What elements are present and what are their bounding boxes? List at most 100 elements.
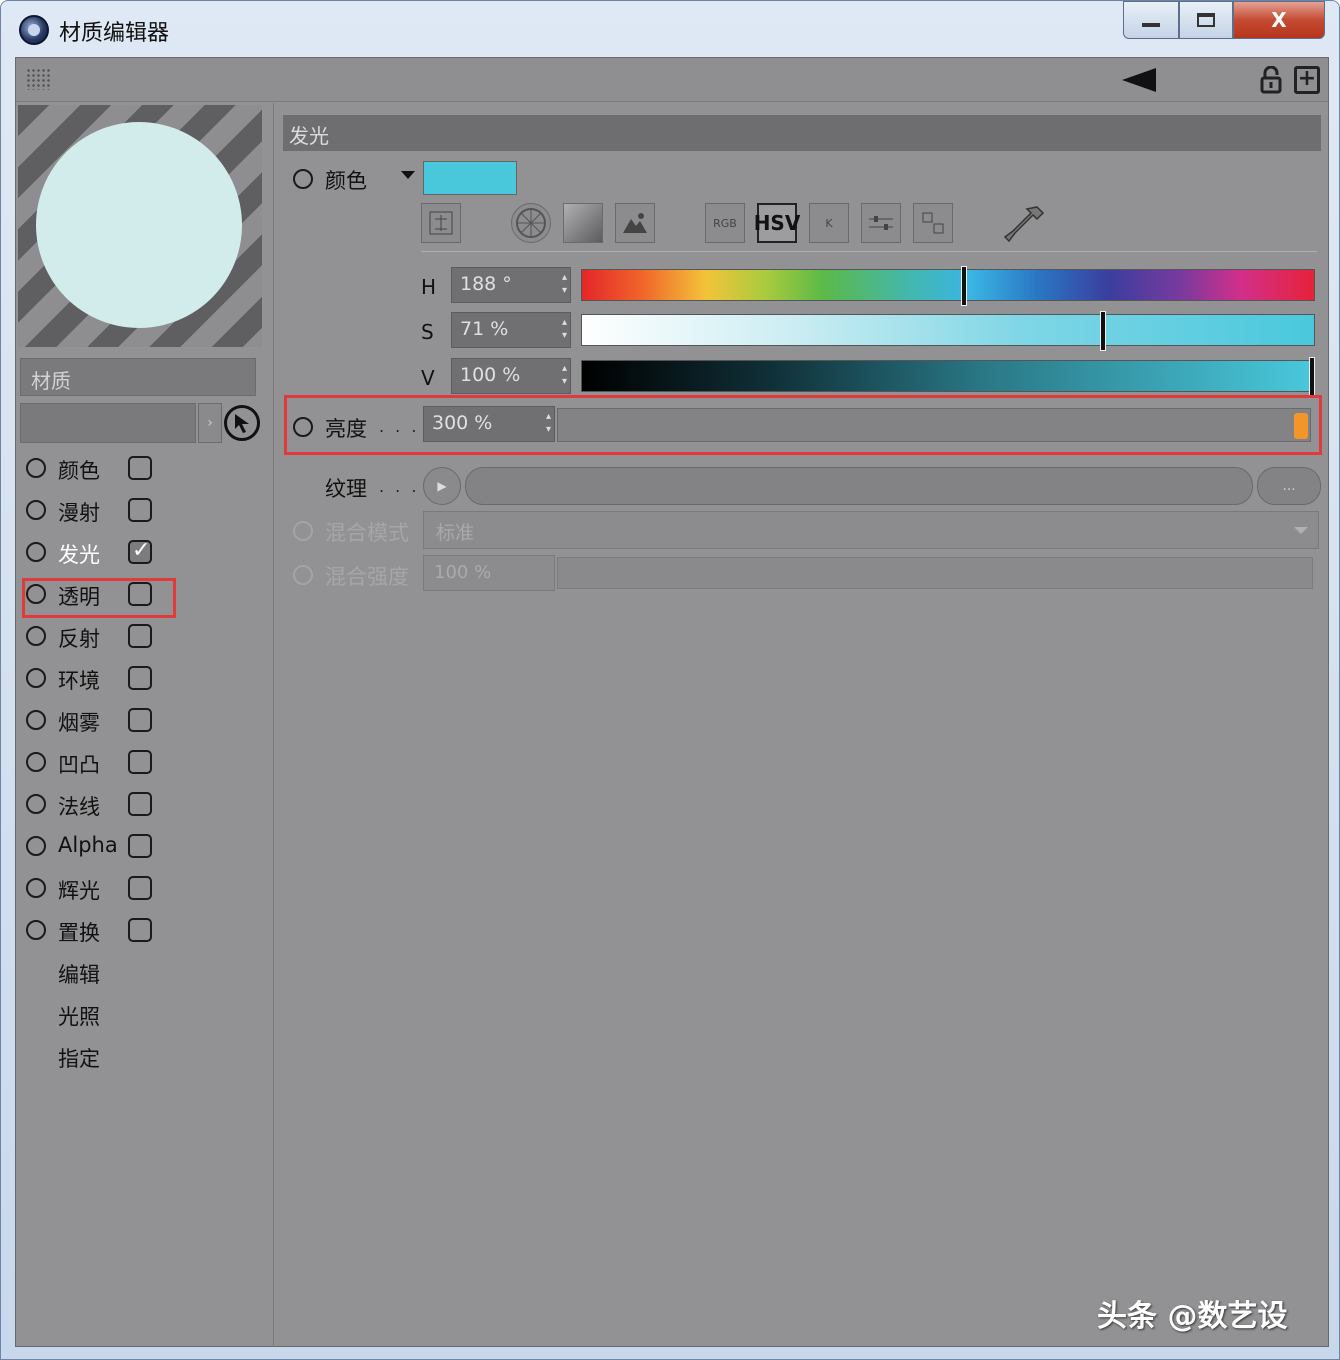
highlight-box-brightness bbox=[284, 395, 1322, 455]
channel-radio[interactable] bbox=[26, 836, 46, 856]
blend-mode-select: 标准 bbox=[423, 511, 1319, 549]
channel-radio[interactable] bbox=[26, 500, 46, 520]
channel-item[interactable]: Alpha bbox=[22, 826, 272, 868]
channel-item[interactable]: 凹凸 bbox=[22, 742, 272, 784]
color-anim-radio[interactable] bbox=[293, 169, 313, 189]
texture-field[interactable] bbox=[465, 467, 1253, 505]
color-picker-spectrum-icon[interactable] bbox=[421, 203, 461, 243]
blend-strength-radio bbox=[293, 565, 313, 585]
grip-icon[interactable] bbox=[26, 68, 50, 90]
channel-radio[interactable] bbox=[26, 794, 46, 814]
channel-label: Alpha bbox=[58, 833, 118, 857]
value-slider[interactable] bbox=[581, 357, 1315, 397]
channel-checkbox[interactable] bbox=[128, 498, 152, 522]
channel-radio[interactable] bbox=[26, 920, 46, 940]
minimize-button[interactable] bbox=[1123, 1, 1179, 39]
blend-strength-slider bbox=[557, 557, 1313, 589]
hue-slider[interactable] bbox=[581, 266, 1315, 306]
saturation-input[interactable]: 71 % bbox=[451, 312, 571, 348]
channel-label: 发光 bbox=[58, 543, 100, 567]
pick-arrow-icon[interactable] bbox=[224, 405, 260, 441]
channel-item[interactable]: 反射 bbox=[22, 616, 272, 658]
material-link-field[interactable] bbox=[20, 403, 196, 443]
extra-label: 指定 bbox=[58, 1047, 100, 1071]
channel-item[interactable]: 环境 bbox=[22, 658, 272, 700]
channel-label: 漫射 bbox=[58, 501, 100, 525]
channel-radio[interactable] bbox=[26, 752, 46, 772]
value-input[interactable]: 100 % bbox=[451, 358, 571, 394]
minimize-icon bbox=[1142, 23, 1160, 27]
extra-item-edit[interactable]: 编辑 bbox=[22, 952, 272, 994]
hue-input[interactable]: 188 ° bbox=[451, 267, 571, 303]
channel-checkbox[interactable] bbox=[128, 750, 152, 774]
value-slider-handle[interactable] bbox=[1309, 357, 1315, 397]
hue-slider-handle[interactable] bbox=[961, 266, 967, 306]
channel-checkbox[interactable] bbox=[128, 666, 152, 690]
saturation-label: S bbox=[421, 320, 434, 344]
title-bar[interactable]: 材质编辑器 X bbox=[1, 1, 1339, 57]
channel-radio[interactable] bbox=[26, 668, 46, 688]
material-preview[interactable] bbox=[18, 105, 262, 347]
channel-checkbox[interactable] bbox=[128, 792, 152, 816]
right-pane: 发光 颜色 RGB HSV K H 188 ° ▴ ▾ S 71 % ▴ ▾ V… bbox=[275, 103, 1328, 1347]
channel-radio[interactable] bbox=[26, 626, 46, 646]
new-window-icon[interactable]: + bbox=[1294, 66, 1320, 94]
material-name-field[interactable]: 材质 bbox=[20, 358, 256, 396]
image-picker-icon[interactable] bbox=[615, 203, 655, 243]
unlock-icon[interactable] bbox=[1260, 66, 1282, 94]
swatches-icon[interactable] bbox=[913, 203, 953, 243]
channel-radio[interactable] bbox=[26, 710, 46, 730]
channel-radio[interactable] bbox=[26, 878, 46, 898]
maximize-button[interactable] bbox=[1179, 1, 1233, 39]
eyedropper-icon[interactable] bbox=[1003, 203, 1047, 247]
channel-checkbox[interactable] bbox=[128, 624, 152, 648]
mixer-icon[interactable] bbox=[861, 203, 901, 243]
channel-label: 辉光 bbox=[58, 879, 100, 903]
channel-checkbox[interactable] bbox=[128, 708, 152, 732]
left-pane: 材质 › 颜色 漫射 发光 透明 反射 环境 烟雾 凹凸 法线 Alpha 辉光… bbox=[16, 103, 274, 1347]
saturation-slider[interactable] bbox=[581, 311, 1315, 351]
hsv-mode-button[interactable]: HSV bbox=[754, 203, 800, 243]
divider bbox=[421, 251, 1317, 252]
channel-checkbox[interactable] bbox=[128, 876, 152, 900]
extra-item-illumination[interactable]: 光照 bbox=[22, 994, 272, 1036]
channel-label: 法线 bbox=[58, 795, 100, 819]
channel-checkbox[interactable] bbox=[128, 834, 152, 858]
extra-item-assign[interactable]: 指定 bbox=[22, 1036, 272, 1078]
close-icon: X bbox=[1271, 8, 1287, 32]
channel-radio[interactable] bbox=[26, 458, 46, 478]
material-link-arrow[interactable]: › bbox=[198, 403, 222, 443]
texture-more-button[interactable]: ... bbox=[1257, 467, 1321, 505]
channel-item[interactable]: 颜色 bbox=[22, 448, 272, 490]
gradient-icon[interactable] bbox=[563, 203, 603, 243]
channel-checkbox[interactable] bbox=[128, 918, 152, 942]
texture-play-button[interactable]: ▶ bbox=[423, 467, 461, 505]
texture-label: 纹理 bbox=[325, 477, 367, 501]
channel-item[interactable]: 法线 bbox=[22, 784, 272, 826]
channel-label: 凹凸 bbox=[58, 753, 100, 777]
channel-label: 环境 bbox=[58, 669, 100, 693]
saturation-slider-handle[interactable] bbox=[1100, 311, 1106, 351]
rgb-mode-button[interactable]: RGB bbox=[705, 203, 745, 243]
color-dropdown-arrow[interactable] bbox=[401, 171, 415, 179]
color-wheel-icon[interactable] bbox=[511, 203, 551, 243]
editor-client-area: + 材质 › 颜色 漫射 发光 透明 反射 环境 烟雾 凹凸 法线 bbox=[15, 57, 1329, 1347]
channel-item-luminance[interactable]: 发光 bbox=[22, 532, 272, 574]
kelvin-mode-button[interactable]: K bbox=[809, 203, 849, 243]
channel-item[interactable]: 置换 bbox=[22, 910, 272, 952]
channel-checkbox-checked[interactable] bbox=[128, 538, 152, 564]
channel-radio[interactable] bbox=[26, 542, 46, 562]
extra-label: 光照 bbox=[58, 1005, 100, 1029]
channel-checkbox[interactable] bbox=[128, 456, 152, 480]
channel-label: 烟雾 bbox=[58, 711, 100, 735]
maximize-icon bbox=[1197, 13, 1215, 27]
close-button[interactable]: X bbox=[1233, 1, 1325, 39]
window-title: 材质编辑器 bbox=[59, 21, 170, 46]
back-arrow-icon[interactable] bbox=[1122, 68, 1156, 92]
channel-label: 反射 bbox=[58, 627, 100, 651]
window-controls: X bbox=[1123, 1, 1325, 41]
channel-item[interactable]: 漫射 bbox=[22, 490, 272, 532]
channel-item[interactable]: 烟雾 bbox=[22, 700, 272, 742]
channel-item[interactable]: 辉光 bbox=[22, 868, 272, 910]
color-swatch[interactable] bbox=[423, 161, 517, 195]
